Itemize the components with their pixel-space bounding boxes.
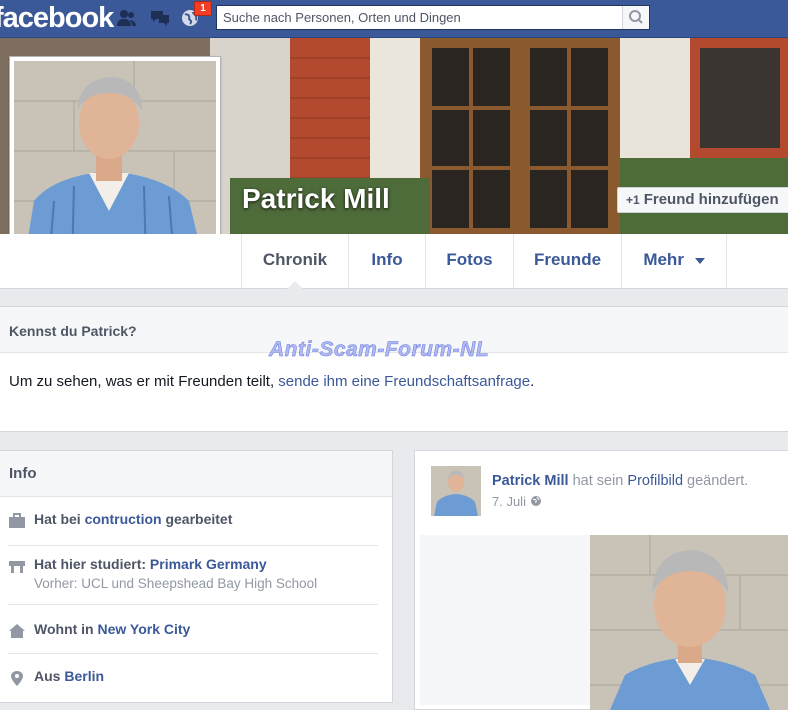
post-date-text: 7. Juli: [492, 494, 526, 509]
profile-nav: Chronik Info Fotos Freunde Mehr: [0, 234, 788, 289]
top-bar: facebook 1: [0, 0, 788, 38]
add-friend-label: Freund hinzufügen: [643, 191, 779, 208]
work-prefix: Hat bei: [34, 511, 85, 527]
tab-freunde[interactable]: Freunde: [513, 234, 621, 288]
info-row-from: Aus Berlin: [8, 668, 378, 698]
post-author-link[interactable]: Patrick Mill: [492, 473, 569, 489]
work-text: Hat bei contruction gearbeitet: [34, 511, 232, 527]
from-text: Aus Berlin: [34, 668, 104, 684]
work-suffix: gearbeitet: [161, 511, 233, 527]
home-link[interactable]: New York City: [98, 621, 191, 637]
post-action-suffix: geändert.: [683, 473, 749, 489]
home-text: Wohnt in New York City: [34, 621, 190, 637]
location-pin-icon: [11, 671, 23, 686]
profile-name: Patrick Mill: [242, 183, 390, 214]
facebook-logo[interactable]: facebook: [0, 2, 114, 34]
tab-mehr-label: Mehr: [643, 250, 684, 269]
tab-fotos[interactable]: Fotos: [425, 234, 513, 288]
info-card: Info Hat bei contruction gearbeitet Hat …: [0, 450, 393, 703]
education-icon: [9, 561, 25, 573]
info-row-education: Hat hier studiert: Primark Germany Vorhe…: [8, 556, 378, 605]
notification-badge: 1: [194, 1, 212, 16]
post-author-avatar[interactable]: [431, 466, 481, 516]
add-friend-icon: +1: [626, 193, 640, 207]
active-tab-indicator: [287, 281, 303, 289]
post-photo-image: [590, 535, 788, 710]
briefcase-icon: [9, 513, 25, 528]
tab-mehr[interactable]: Mehr: [621, 234, 727, 288]
profile-photo: [14, 61, 216, 264]
education-text: Hat hier studiert: Primark Germany: [34, 556, 267, 572]
profile-picture-link[interactable]: Profilbild: [627, 473, 683, 489]
messages-icon[interactable]: [149, 8, 171, 28]
send-friend-request-link[interactable]: sende ihm eine Freundschaftsanfrage: [278, 373, 530, 390]
info-heading: Info: [0, 451, 392, 497]
search-button[interactable]: [622, 6, 649, 29]
chevron-down-icon: [694, 257, 705, 264]
post-action-prefix: hat sein: [568, 473, 628, 489]
post-photo[interactable]: [590, 535, 788, 710]
post-timestamp[interactable]: 7. Juli: [492, 494, 542, 510]
post-headline: Patrick Mill hat sein Profilbild geänder…: [492, 473, 748, 489]
prompt-text-before: Um zu sehen, was er mit Freunden teilt,: [9, 373, 279, 390]
from-link[interactable]: Berlin: [64, 668, 104, 684]
search-icon: [629, 10, 643, 24]
prompt-text: Um zu sehen, was er mit Freunden teilt, …: [9, 373, 534, 390]
home-prefix: Wohnt in: [34, 621, 98, 637]
watermark-text: Anti-Scam-Forum-NL: [269, 338, 490, 362]
prompt-text-after: .: [530, 373, 535, 390]
search-box: [216, 5, 650, 30]
tab-chronik[interactable]: Chronik: [241, 234, 348, 288]
friend-requests-icon[interactable]: [116, 8, 138, 28]
home-icon: [9, 624, 25, 638]
public-globe-icon: [530, 495, 542, 510]
friend-request-prompt: Kennst du Patrick? Um zu sehen, was er m…: [0, 306, 788, 432]
study-prefix: Hat hier studiert:: [34, 556, 150, 572]
education-previous: Vorher: UCL und Sheepshead Bay High Scho…: [34, 576, 318, 591]
avatar: [431, 466, 481, 516]
add-friend-button[interactable]: +1 Freund hinzufügen: [617, 187, 788, 213]
info-row-work: Hat bei contruction gearbeitet: [8, 511, 378, 546]
tab-info[interactable]: Info: [348, 234, 425, 288]
from-prefix: Aus: [34, 668, 65, 684]
search-input[interactable]: [217, 6, 633, 29]
study-link[interactable]: Primark Germany: [150, 556, 267, 572]
info-row-home: Wohnt in New York City: [8, 621, 378, 654]
timeline-post: Patrick Mill hat sein Profilbild geänder…: [414, 450, 788, 710]
work-link[interactable]: contruction: [85, 511, 162, 527]
